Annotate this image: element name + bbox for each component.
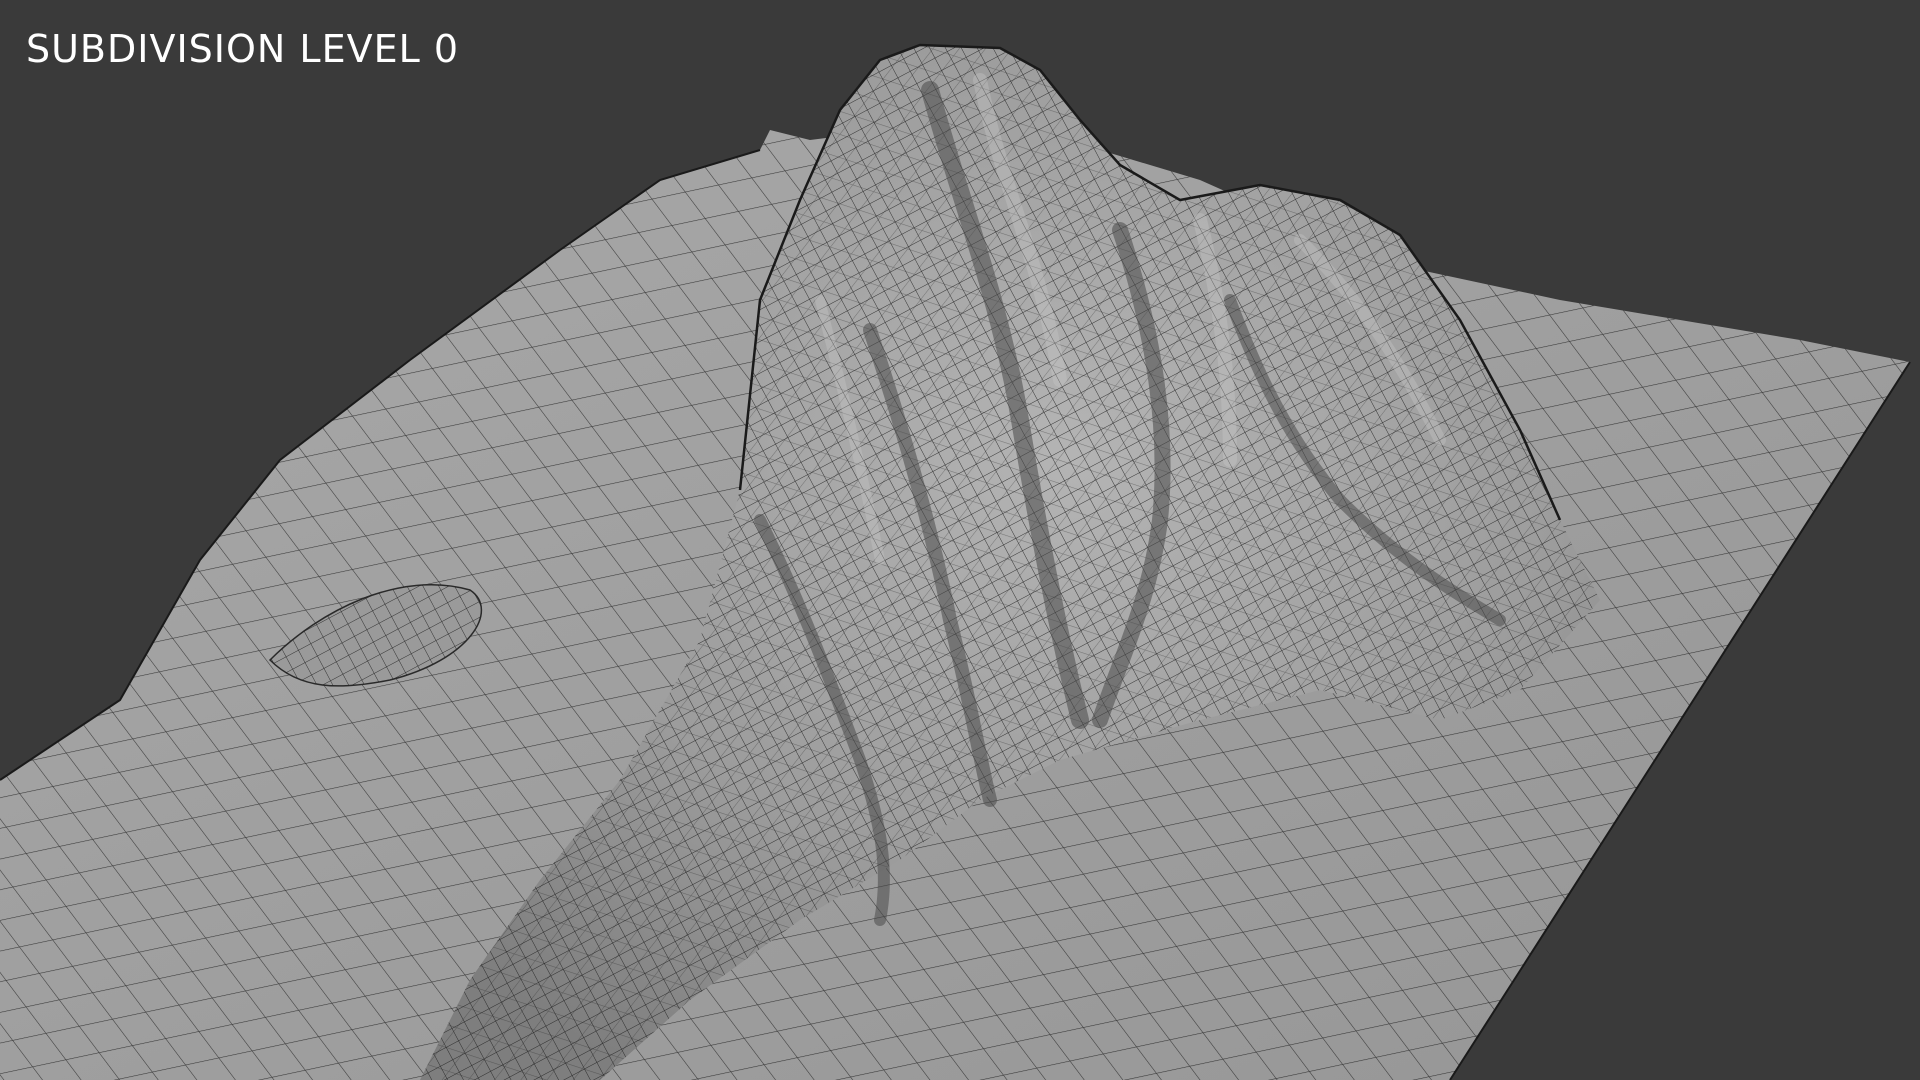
terrain-mesh-render bbox=[0, 43, 1911, 1080]
3d-viewport[interactable]: SUBDIVISION LEVEL 0 bbox=[0, 0, 1920, 1080]
subdivision-level-label: SUBDIVISION LEVEL 0 bbox=[26, 27, 460, 71]
